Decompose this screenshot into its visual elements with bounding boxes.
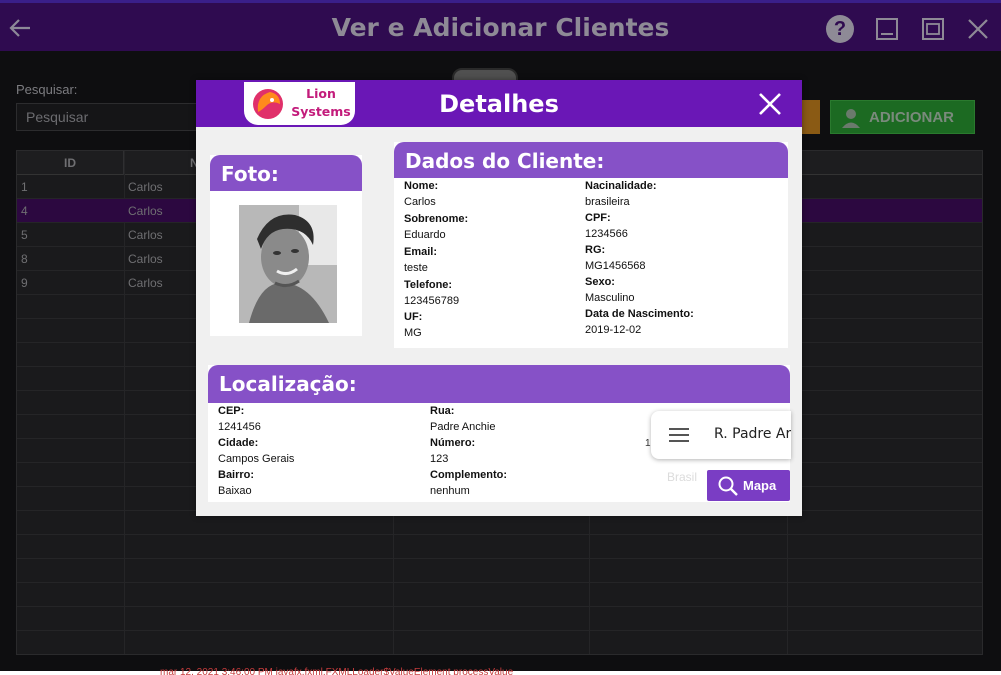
details-modal: Lion Systems Detalhes Foto: Dados do Cli… <box>196 80 802 516</box>
complemento-label: Complemento: <box>430 469 507 481</box>
console-text: mar 12, 2021 3:46:00 PM javafx.fxml.FXML… <box>160 667 514 675</box>
sobrenome-label: Sobrenome: <box>404 213 469 225</box>
table-row[interactable] <box>17 559 982 583</box>
table-row[interactable] <box>17 631 982 654</box>
bairro-label: Bairro: <box>218 469 255 481</box>
client-photo <box>239 205 337 323</box>
table-row[interactable] <box>17 607 982 631</box>
title-bar: Ver e Adicionar Clientes ? <box>0 0 1001 51</box>
map-button-label: Mapa <box>743 478 777 493</box>
rg-label: RG: <box>585 244 606 256</box>
modal-header: Lion Systems Detalhes <box>196 80 802 127</box>
cell-id: 1 <box>21 180 28 194</box>
nome-value: Carlos <box>404 196 436 208</box>
minimize-icon <box>876 18 898 40</box>
close-icon <box>968 19 988 39</box>
nacionalidade-label: Nacinalidade: <box>585 180 657 192</box>
nascimento-value: 2019-12-02 <box>585 324 642 336</box>
map-button[interactable]: Mapa <box>707 470 790 501</box>
cell-name: Carlos <box>128 252 163 266</box>
nacionalidade-value: brasileira <box>585 196 630 208</box>
email-value: teste <box>404 262 428 274</box>
bairro-value: Baixao <box>218 485 252 497</box>
uf-label: UF: <box>404 311 423 323</box>
map-search-text: R. Padre Ar <box>714 426 791 442</box>
cell-name: Carlos <box>128 180 163 194</box>
photo-card: Foto: <box>210 155 362 336</box>
cidade-label: Cidade: <box>218 437 259 449</box>
add-client-label: ADICIONAR <box>869 109 954 126</box>
search-label: Pesquisar: <box>16 82 78 97</box>
close-icon <box>759 93 781 115</box>
help-button[interactable]: ? <box>826 15 854 43</box>
rua-value: Padre Anchie <box>430 421 496 433</box>
cell-id: 9 <box>21 276 28 290</box>
nascimento-label: Data de Nascimento: <box>585 308 694 320</box>
cell-name: Carlos <box>128 204 163 218</box>
telefone-value: 123456789 <box>404 295 460 307</box>
map-partial-text: 1 <box>645 438 651 449</box>
cpf-label: CPF: <box>585 212 611 224</box>
sexo-label: Sexo: <box>585 276 615 288</box>
numero-value: 123 <box>430 453 449 465</box>
map-country-label: Brasil <box>667 470 698 484</box>
cep-label: CEP: <box>218 405 245 417</box>
cell-id: 8 <box>21 252 28 266</box>
app-window: Ver e Adicionar Clientes ? Pesquisar: Pe… <box>0 0 1001 675</box>
close-window-button[interactable] <box>964 15 992 43</box>
client-data-title: Dados do Cliente: <box>394 142 788 178</box>
add-user-icon <box>842 109 860 128</box>
rua-label: Rua: <box>430 405 455 417</box>
edit-button[interactable] <box>800 100 820 134</box>
search-icon <box>718 476 738 496</box>
photo-card-title: Foto: <box>210 155 362 191</box>
nome-label: Nome: <box>404 180 439 192</box>
cep-value: 1241456 <box>218 421 261 433</box>
sobrenome-value: Eduardo <box>404 229 446 241</box>
rg-value: MG1456568 <box>585 260 646 272</box>
cell-id: 5 <box>21 228 28 242</box>
maximize-icon <box>922 18 944 40</box>
sexo-value: Masculino <box>585 292 635 304</box>
location-title: Localização: <box>208 365 790 403</box>
menu-icon <box>669 428 689 442</box>
cidade-value: Campos Gerais <box>218 453 295 465</box>
map-search-box[interactable]: R. Padre Ar <box>651 411 791 459</box>
cpf-value: 1234566 <box>585 228 628 240</box>
minimize-button[interactable] <box>873 15 901 43</box>
add-client-button[interactable]: ADICIONAR <box>830 100 975 134</box>
maximize-button[interactable] <box>919 15 947 43</box>
cell-name: Carlos <box>128 228 163 242</box>
complemento-value: nenhum <box>430 485 470 497</box>
search-input[interactable]: Pesquisar <box>16 103 206 131</box>
table-row[interactable] <box>17 535 982 559</box>
email-label: Email: <box>404 246 438 258</box>
numero-label: Número: <box>430 437 476 449</box>
column-header-id[interactable]: ID <box>17 151 124 175</box>
modal-title: Detalhes <box>439 90 559 118</box>
client-data-card: Dados do Cliente: Nome: Carlos Sobrenome… <box>394 142 788 348</box>
cell-name: Carlos <box>128 276 163 290</box>
table-row[interactable] <box>17 583 982 607</box>
modal-close-button[interactable] <box>757 91 783 117</box>
client-photo-image <box>239 205 337 323</box>
telefone-label: Telefone: <box>404 279 453 291</box>
uf-value: MG <box>404 327 422 339</box>
cell-id: 4 <box>21 204 28 218</box>
